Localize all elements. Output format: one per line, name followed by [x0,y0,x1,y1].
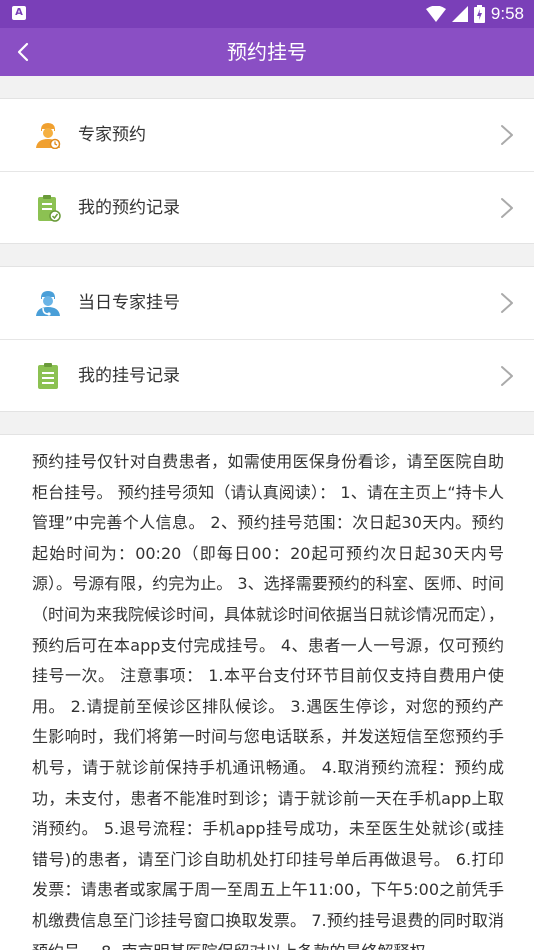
clipboard-check-icon [38,195,61,222]
chevron-right-icon [501,198,513,218]
clipboard-list-icon [38,363,58,389]
menu-group-appointment: 专家预约 我的预约记录 [0,98,534,244]
chevron-right-icon [501,366,513,386]
notification-icon: A [12,6,26,20]
menu-item-label: 我的挂号记录 [78,366,180,386]
wifi-icon [425,6,446,22]
menu-item-expert-appointment[interactable]: 专家预约 [0,99,534,171]
battery-charging-icon [473,5,485,23]
menu-item-my-appointment-records[interactable]: 我的预约记录 [0,171,534,243]
chevron-right-icon [501,293,513,313]
menu-group-registration: 当日专家挂号 我的挂号记录 [0,266,534,412]
menu-item-my-registration-records[interactable]: 我的挂号记录 [0,339,534,411]
page-title: 预约挂号 [227,40,307,64]
doctor-today-icon [36,291,60,316]
menu-item-label: 专家预约 [78,125,146,145]
back-arrow-icon[interactable] [12,40,36,64]
doctor-appointment-icon [36,123,61,149]
appointment-notice-text: 预约挂号仅针对自费患者，如需使用医保身份看诊，请至医院自助柜台挂号。 预约挂号须… [32,452,505,950]
chevron-right-icon [501,125,513,145]
status-bar: A 9:58 [0,0,534,28]
menu-item-label: 当日专家挂号 [78,293,180,313]
menu-item-label: 我的预约记录 [78,198,180,218]
cellular-signal-icon [451,6,468,22]
menu-item-same-day-expert-registration[interactable]: 当日专家挂号 [0,267,534,339]
status-time: 9:58 [490,4,524,23]
appointment-notice-panel[interactable]: 预约挂号仅针对自费患者，如需使用医保身份看诊，请至医院自助柜台挂号。 预约挂号须… [0,434,534,950]
app-bar: 预约挂号 [0,28,534,76]
